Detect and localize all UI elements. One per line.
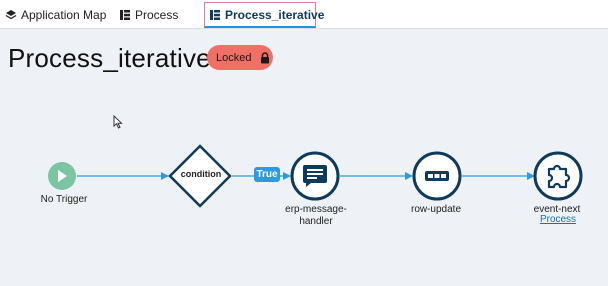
event-next-node[interactable] (533, 151, 583, 201)
event-next-process-link[interactable]: Process (534, 214, 582, 225)
erp-message-handler-label: erp-message- handler (276, 204, 356, 228)
process-icon (119, 9, 131, 21)
row-icon (425, 171, 449, 181)
process-canvas[interactable]: Process_iterative Locked condition True … (0, 30, 608, 286)
tab-process[interactable]: Process (119, 2, 178, 28)
condition-label: condition (180, 169, 222, 179)
trigger-label: No Trigger (40, 194, 88, 205)
erp-message-handler-node[interactable] (290, 151, 340, 201)
layers-icon (5, 9, 17, 21)
tab-process-iterative[interactable]: Process_iterative (204, 2, 324, 28)
tab-application-map[interactable]: Application Map (5, 2, 106, 28)
erp-label-line1: erp-message- (285, 204, 347, 215)
trigger-node[interactable] (48, 162, 76, 190)
process-flow-diagram (48, 144, 583, 208)
row-update-node[interactable] (412, 151, 462, 201)
row-update-label: row-update (410, 204, 462, 215)
tab-label: Process_iterative (225, 7, 325, 22)
tab-label: Application Map (21, 8, 107, 22)
erp-label-line2: handler (299, 216, 333, 227)
tab-label: Process (135, 8, 179, 22)
process-icon (209, 9, 221, 21)
edge-true-label: True (254, 167, 280, 182)
tab-bar: Application Map Process Process_iterativ… (0, 0, 608, 29)
